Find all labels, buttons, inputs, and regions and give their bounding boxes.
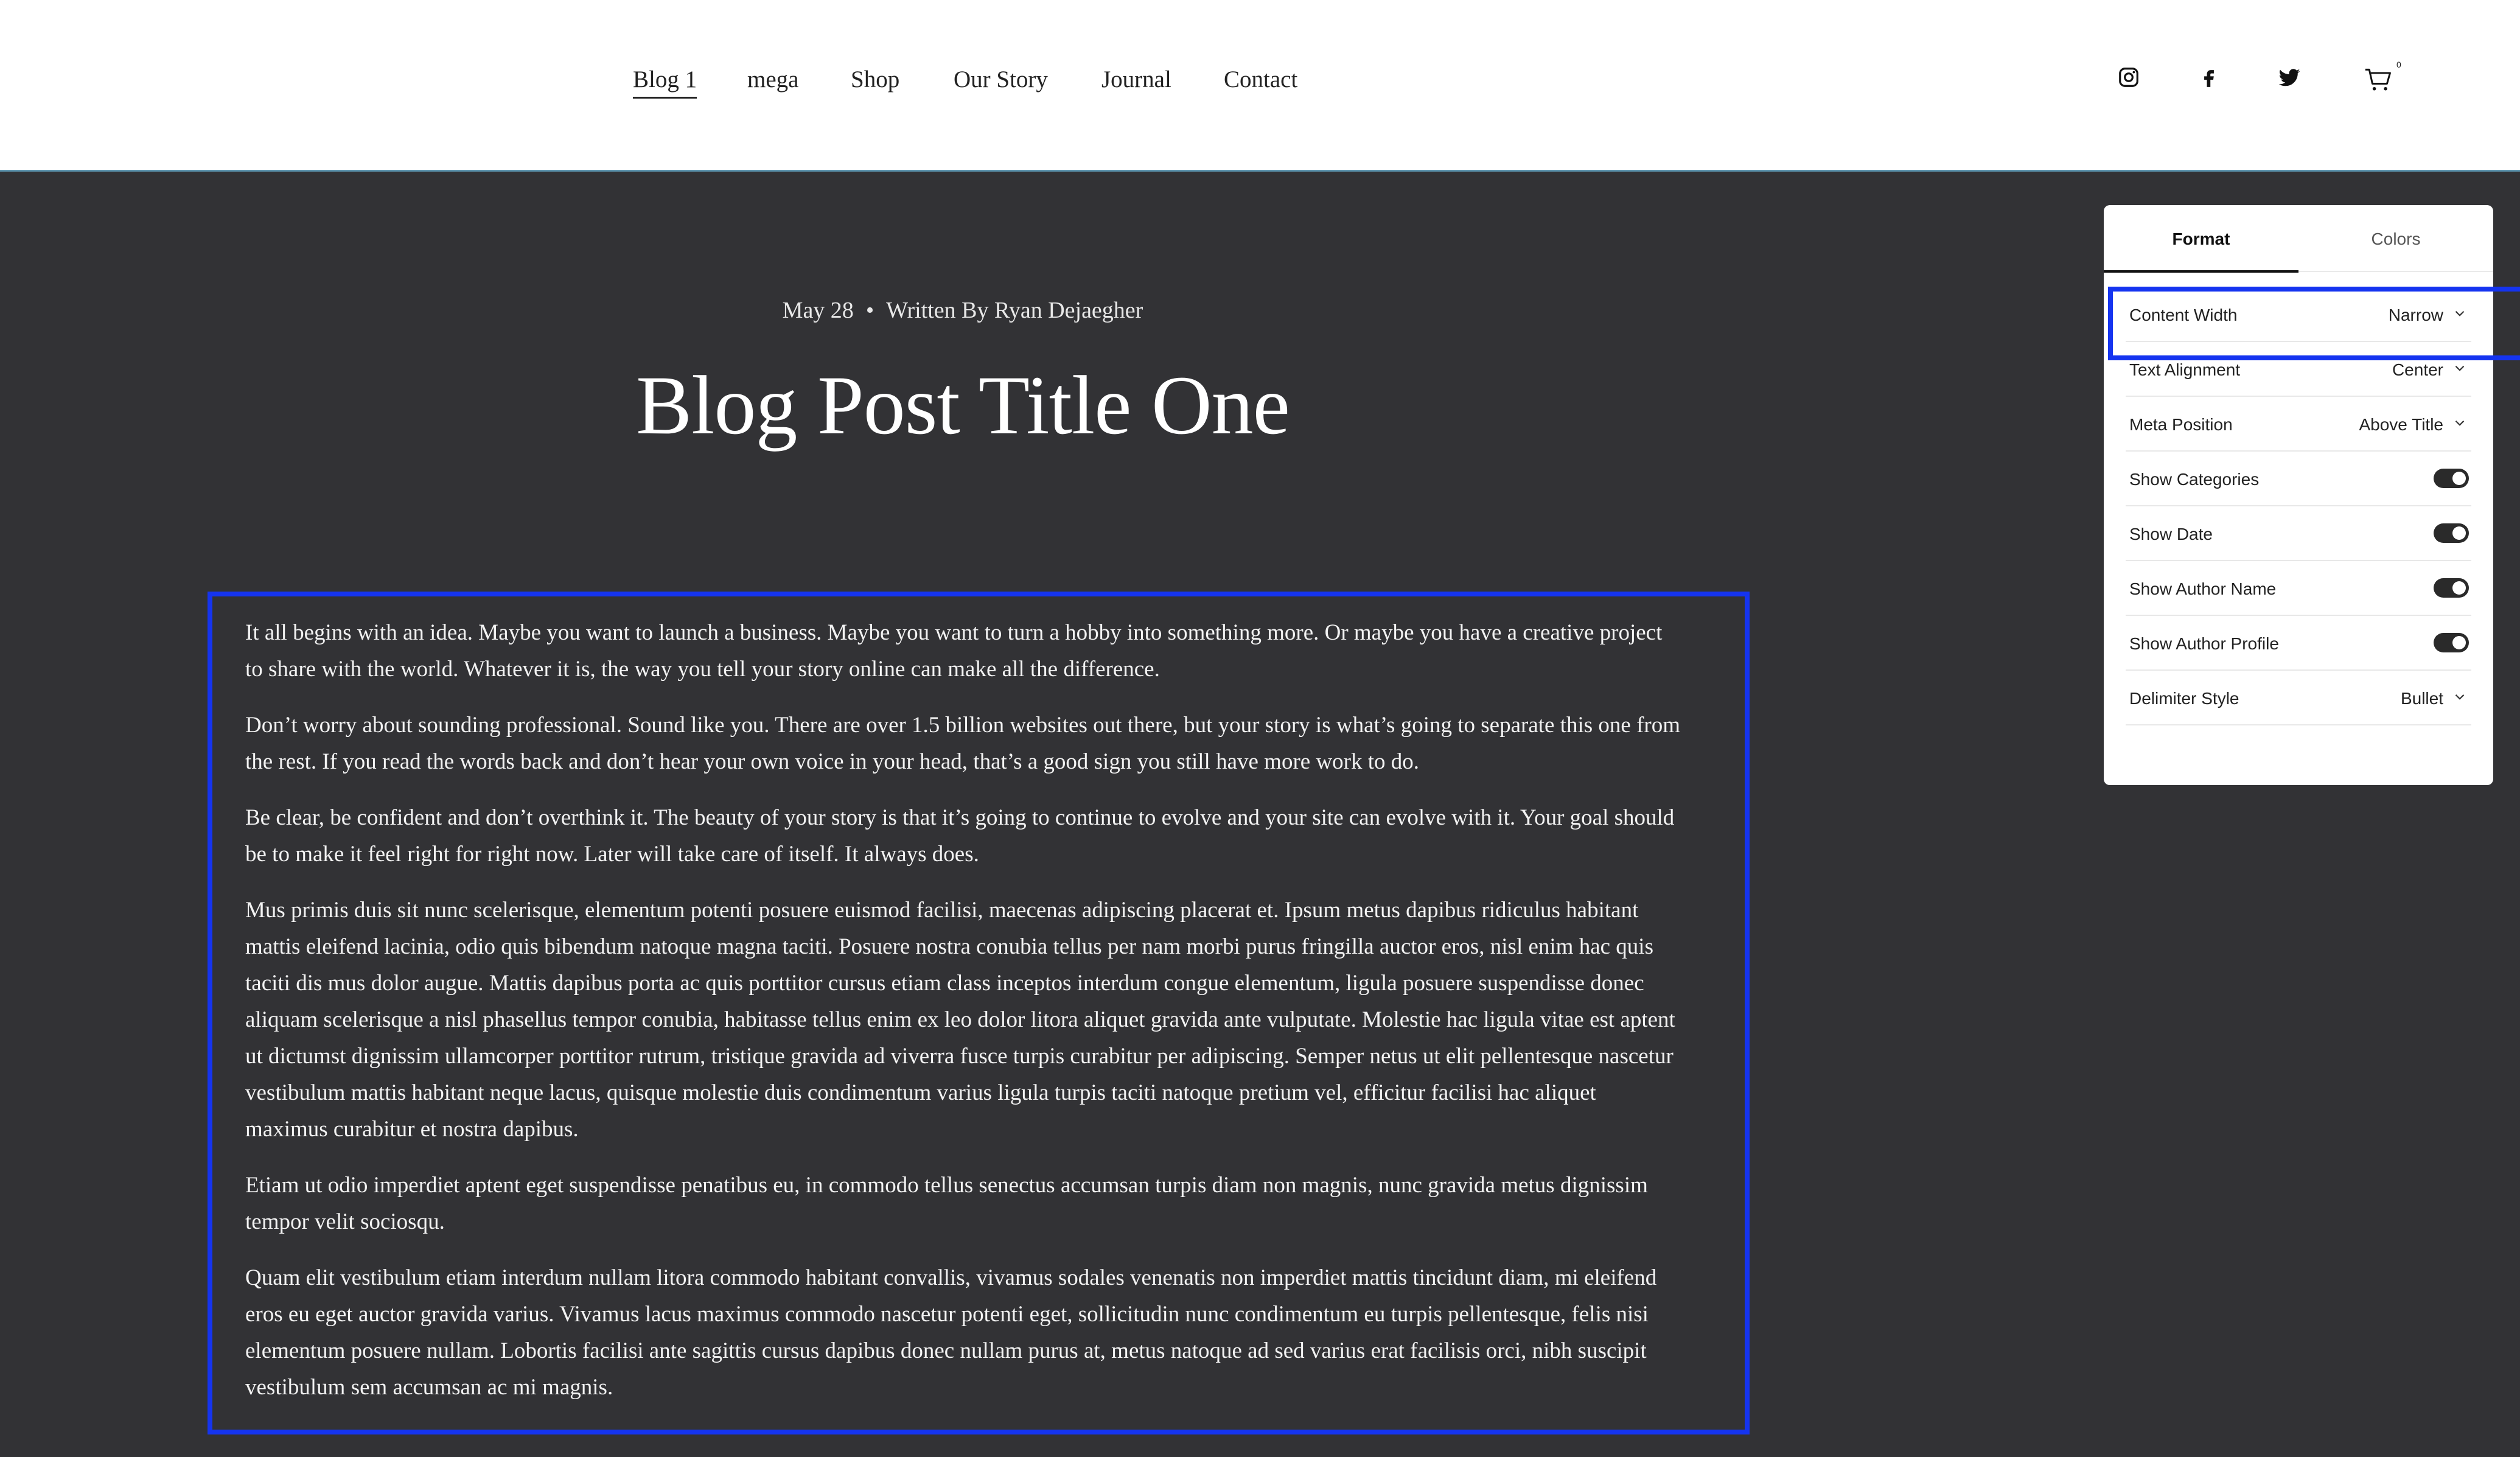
- setting-label: Show Author Name: [2129, 579, 2277, 598]
- tab-divider: [2298, 271, 2493, 272]
- setting-delimiter-style[interactable]: Delimiter Style Bullet: [2126, 671, 2471, 725]
- setting-value[interactable]: Above Title: [2359, 415, 2443, 435]
- post-meta: May 28 • Written By Ryan Dejaegher: [0, 297, 1925, 324]
- body-paragraph: Etiam ut odio imperdiet aptent eget susp…: [245, 1173, 1648, 1234]
- panel-tabs: Format Colors: [2104, 205, 2493, 273]
- body-paragraph: Quam elit vestibulum etiam interdum null…: [245, 1265, 1657, 1400]
- tab-format[interactable]: Format: [2104, 229, 2298, 249]
- show-categories-toggle[interactable]: [2434, 469, 2469, 488]
- body-paragraph: It all begins with an idea. Maybe you wa…: [245, 620, 1663, 682]
- show-author-name-toggle[interactable]: [2434, 578, 2469, 598]
- nav-item-journal[interactable]: Journal: [1101, 66, 1171, 93]
- setting-value[interactable]: Center: [2392, 360, 2443, 380]
- cart-icon[interactable]: [2364, 67, 2393, 93]
- setting-label: Show Categories: [2129, 470, 2260, 489]
- nav-item-shop[interactable]: Shop: [851, 66, 899, 93]
- setting-value[interactable]: Bullet: [2401, 689, 2443, 708]
- body-paragraph: Mus primis duis sit nunc scelerisque, el…: [245, 898, 1675, 1142]
- nav-item-contact[interactable]: Contact: [1224, 66, 1297, 93]
- nav-item-blog-1[interactable]: Blog 1: [633, 66, 697, 99]
- meta-delimiter: •: [865, 298, 874, 323]
- twitter-icon[interactable]: [2277, 66, 2302, 89]
- active-tab-indicator: [2104, 270, 2298, 273]
- toggle-knob: [2452, 526, 2466, 540]
- chevron-down-icon[interactable]: [2452, 360, 2468, 376]
- toggle-knob: [2452, 581, 2466, 595]
- setting-show-author-profile: Show Author Profile: [2126, 616, 2471, 671]
- toggle-knob: [2452, 472, 2466, 485]
- setting-meta-position[interactable]: Meta Position Above Title: [2126, 397, 2471, 452]
- show-date-toggle[interactable]: [2434, 523, 2469, 543]
- post-body: It all begins with an idea. Maybe you wa…: [245, 615, 1681, 1425]
- show-author-profile-toggle[interactable]: [2434, 633, 2469, 652]
- facebook-icon[interactable]: [2197, 66, 2221, 89]
- post-author: Written By Ryan Dejaegher: [886, 298, 1143, 323]
- setting-label: Delimiter Style: [2129, 689, 2239, 708]
- setting-label: Text Alignment: [2129, 360, 2241, 379]
- post-date: May 28: [782, 298, 854, 323]
- body-paragraph: Don’t worry about sounding professional.…: [245, 713, 1681, 774]
- setting-label: Show Date: [2129, 525, 2213, 543]
- chevron-down-icon[interactable]: [2452, 689, 2468, 705]
- cart-count: 0: [2396, 60, 2401, 69]
- setting-show-categories: Show Categories: [2126, 452, 2471, 506]
- chevron-down-icon[interactable]: [2452, 415, 2468, 431]
- setting-show-date: Show Date: [2126, 506, 2471, 561]
- nav-item-mega[interactable]: mega: [747, 66, 798, 93]
- tab-colors[interactable]: Colors: [2298, 229, 2493, 249]
- site-header: Blog 1 mega Shop Our Story Journal Conta…: [0, 0, 2520, 172]
- setting-label: Meta Position: [2129, 415, 2233, 434]
- nav-item-our-story[interactable]: Our Story: [954, 66, 1048, 93]
- toggle-knob: [2452, 636, 2466, 649]
- content-width-highlight-frame: [2108, 287, 2520, 360]
- setting-label: Show Author Profile: [2129, 634, 2279, 653]
- instagram-icon[interactable]: [2117, 66, 2140, 89]
- post-title: Blog Post Title One: [636, 358, 1290, 452]
- setting-show-author-name: Show Author Name: [2126, 561, 2471, 616]
- body-paragraph: Be clear, be confident and don’t overthi…: [245, 805, 1675, 867]
